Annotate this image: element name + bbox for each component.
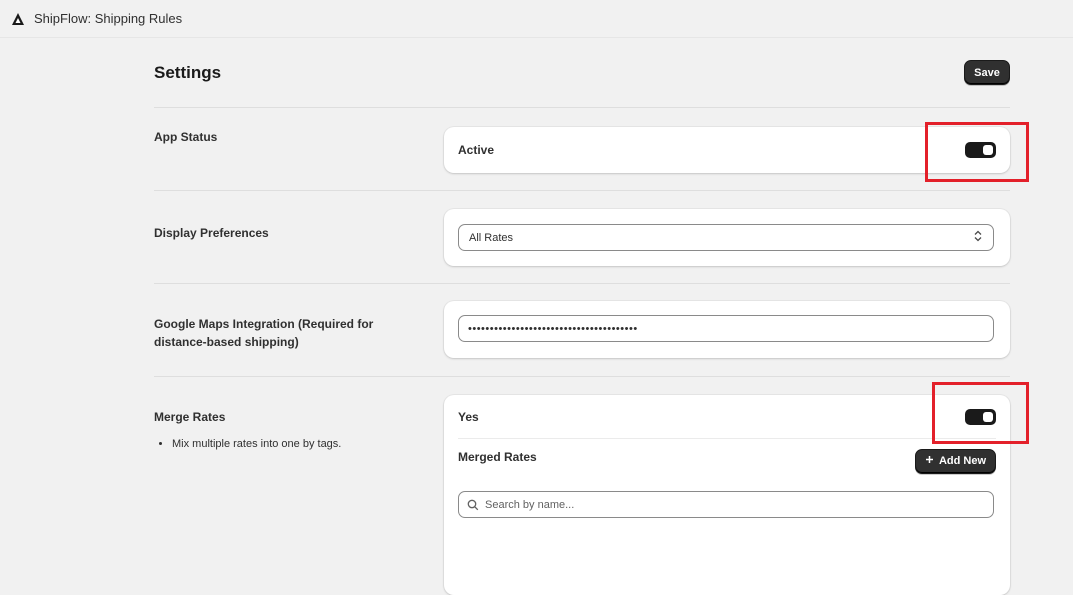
- save-button[interactable]: Save: [964, 60, 1010, 85]
- merge-rates-bullet: Mix multiple rates into one by tags.: [172, 438, 444, 450]
- google-maps-section: Google Maps Integration (Required for di…: [154, 284, 1010, 377]
- display-prefs-label: Display Preferences: [154, 226, 269, 240]
- merge-rates-card: Yes Merged Rates Add New Search by name.…: [444, 395, 1010, 595]
- app-topbar: ShipFlow: Shipping Rules: [0, 0, 1073, 38]
- search-icon: [467, 499, 479, 511]
- highlight-box: [925, 122, 1029, 182]
- app-logo-icon: [10, 11, 26, 27]
- app-status-section: App Status Active: [154, 108, 1029, 191]
- merge-rates-section: Merge Rates Mix multiple rates into one …: [154, 377, 1029, 595]
- merged-rates-title: Merged Rates: [458, 450, 537, 464]
- google-maps-api-key-input[interactable]: •••••••••••••••••••••••••••••••••••••••: [458, 315, 994, 342]
- app-status-value: Active: [458, 143, 495, 157]
- merge-rates-value: Yes: [458, 409, 479, 424]
- merged-rates-search[interactable]: Search by name...: [458, 491, 994, 518]
- display-prefs-selected: All Rates: [469, 231, 514, 244]
- settings-page: Settings Save App Status Active Display …: [154, 38, 1029, 595]
- merge-rates-bullets: Mix multiple rates into one by tags.: [154, 438, 444, 450]
- page-header: Settings Save: [154, 38, 1010, 108]
- google-maps-card: •••••••••••••••••••••••••••••••••••••••: [444, 301, 1010, 358]
- google-maps-label: Google Maps Integration (Required for di…: [154, 317, 374, 349]
- plus-icon: [925, 455, 934, 467]
- add-new-label: Add New: [938, 455, 987, 467]
- app-title: ShipFlow: Shipping Rules: [34, 11, 183, 26]
- app-status-label: App Status: [154, 130, 218, 144]
- search-placeholder: Search by name...: [485, 498, 575, 511]
- display-prefs-card: All Rates: [444, 209, 1010, 266]
- page-title: Settings: [154, 62, 222, 82]
- add-new-button[interactable]: Add New: [915, 448, 996, 474]
- display-prefs-section: Display Preferences All Rates: [154, 191, 1010, 284]
- select-chevron-icon: [973, 230, 983, 245]
- merge-rates-label: Merge Rates: [154, 410, 226, 424]
- highlight-box: [932, 382, 1029, 444]
- display-prefs-select[interactable]: All Rates: [458, 224, 994, 251]
